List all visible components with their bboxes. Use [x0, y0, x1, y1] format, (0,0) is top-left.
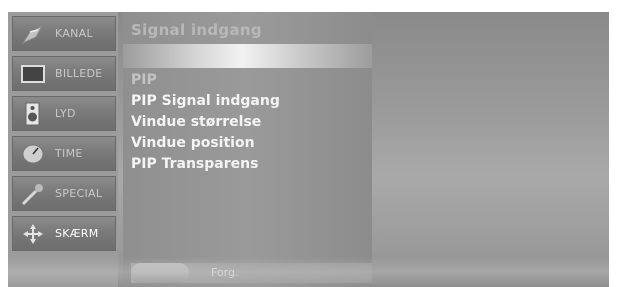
- selection-highlight-bar: [123, 44, 372, 68]
- sidebar-item-label: KANAL: [55, 27, 93, 40]
- sidebar-item-label: TIME: [55, 147, 83, 160]
- sidebar-item-label: LYD: [55, 107, 76, 120]
- footer-button-pill: [131, 263, 189, 283]
- satellite-dish-icon: [19, 22, 47, 46]
- menu-item-vindue-storrelse[interactable]: Vindue størrelse: [131, 112, 280, 133]
- speaker-icon: [19, 102, 47, 126]
- footer-hint: Forg.: [131, 263, 372, 283]
- tv-screen-icon: [19, 62, 47, 86]
- footer-label: Forg.: [211, 266, 239, 279]
- sidebar-item-lyd[interactable]: LYD: [12, 96, 116, 131]
- sidebar-item-kanal[interactable]: KANAL: [12, 16, 116, 51]
- sidebar-item-label: SPECIAL: [55, 187, 103, 200]
- move-arrows-icon: [19, 222, 47, 246]
- submenu-panel: Signal indgang PIP PIP Signal indgang Vi…: [123, 12, 372, 287]
- sidebar-item-billede[interactable]: BILLEDE: [12, 56, 116, 91]
- sidebar-item-label: SKÆRM: [55, 227, 99, 240]
- submenu-list: PIP PIP Signal indgang Vindue størrelse …: [131, 70, 280, 175]
- sidebar-item-skaerm[interactable]: SKÆRM: [12, 216, 116, 251]
- main-menu-sidebar: KANAL BILLEDE LYD TIME SPECIAL SKÆRM: [8, 12, 118, 287]
- menu-item-pip[interactable]: PIP: [131, 70, 280, 91]
- sidebar-item-label: BILLEDE: [55, 67, 103, 80]
- sidebar-item-time[interactable]: TIME: [12, 136, 116, 171]
- clock-icon: [19, 142, 47, 166]
- panel-title: Signal indgang: [131, 21, 262, 39]
- menu-item-pip-signal-indgang[interactable]: PIP Signal indgang: [131, 91, 280, 112]
- menu-item-vindue-position[interactable]: Vindue position: [131, 133, 280, 154]
- menu-item-pip-transparens[interactable]: PIP Transparens: [131, 154, 280, 175]
- special-wand-icon: [19, 182, 47, 206]
- osd-screen: KANAL BILLEDE LYD TIME SPECIAL SKÆRM Sig…: [8, 12, 609, 287]
- sidebar-item-special[interactable]: SPECIAL: [12, 176, 116, 211]
